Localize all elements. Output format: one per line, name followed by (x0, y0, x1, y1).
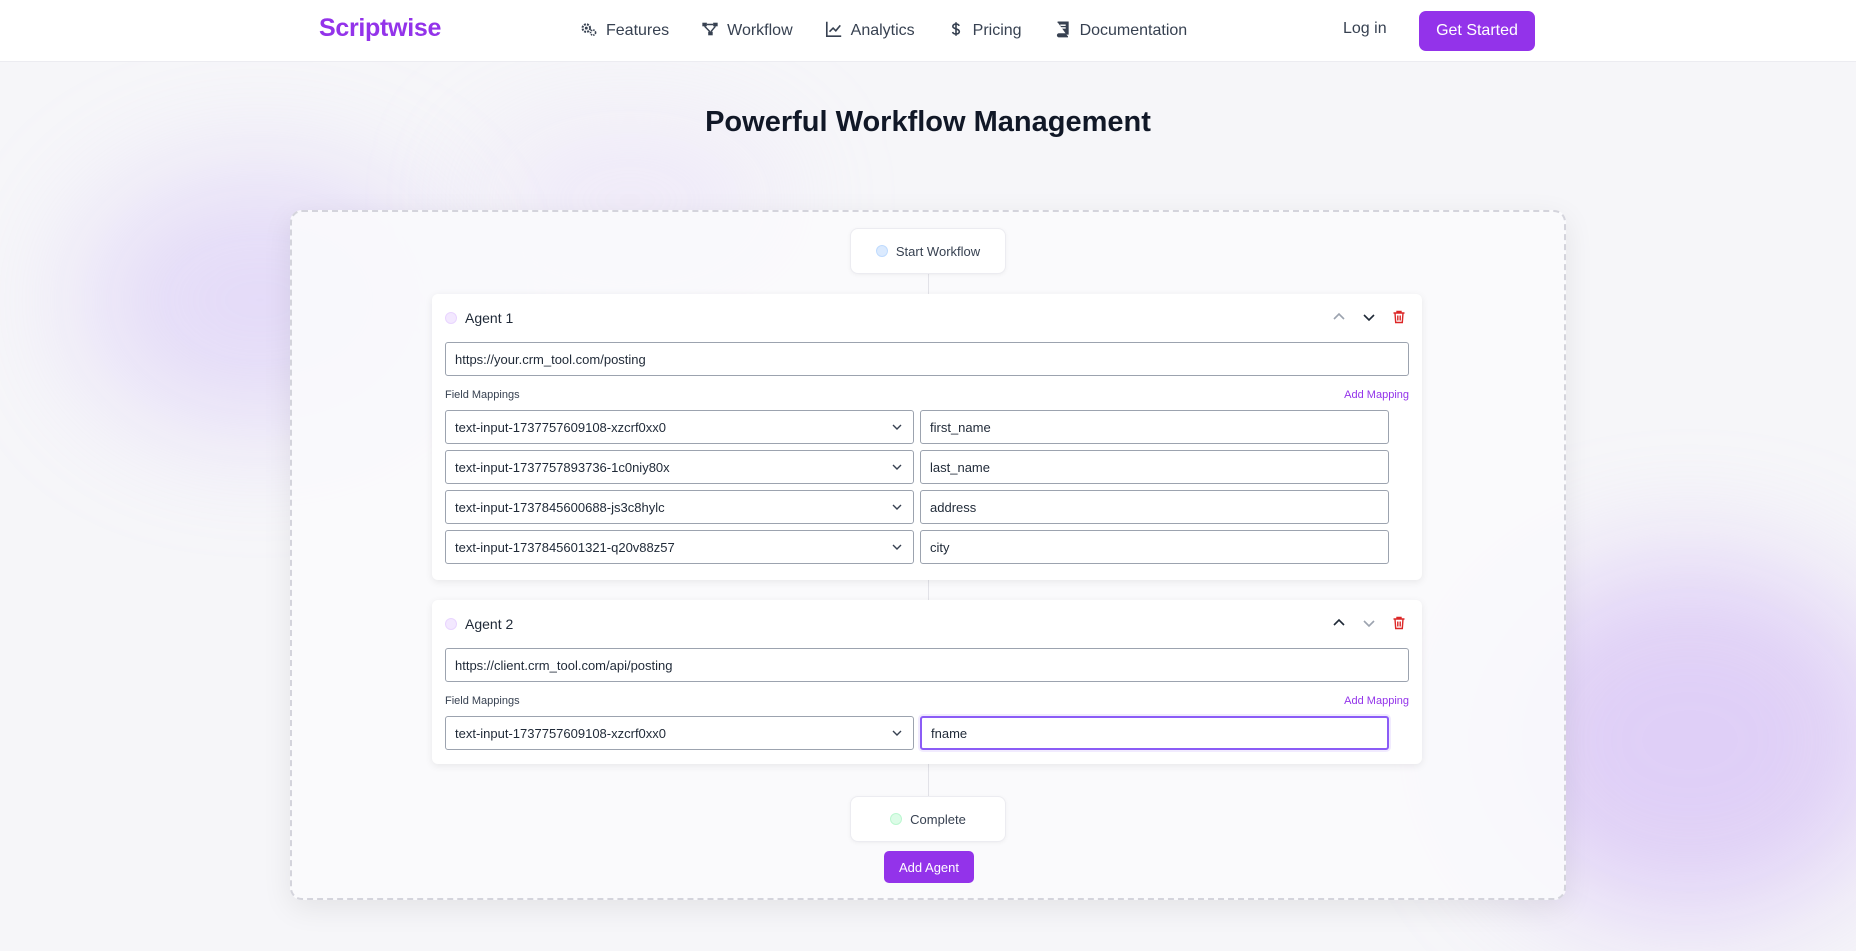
add-mapping-button[interactable]: Add Mapping (1344, 389, 1409, 401)
source-field-select[interactable]: text-input-1737757609108-xzcrf0xx0 (445, 716, 914, 750)
target-field-input[interactable] (920, 410, 1389, 444)
brand-logo[interactable]: Scriptwise (319, 14, 441, 43)
move-up-button[interactable] (1330, 308, 1348, 326)
add-mapping-button[interactable]: Add Mapping (1344, 695, 1409, 707)
select-value: text-input-1737757893736-1c0niy80x (455, 459, 670, 475)
chevron-up-icon (1333, 312, 1345, 320)
book-icon (1054, 20, 1072, 43)
agent-header: Agent 2 (445, 616, 513, 632)
delete-agent-button[interactable] (1390, 614, 1408, 632)
add-agent-button[interactable]: Add Agent (884, 851, 974, 883)
agent-dot-icon (445, 312, 457, 324)
nav-item-pricing[interactable]: Pricing (947, 20, 1022, 42)
target-field-input[interactable] (920, 716, 1389, 750)
agent-card: Agent 1 Field Mappings Add Mapping text-… (432, 294, 1422, 580)
nav-item-analytics[interactable]: Analytics (825, 20, 915, 42)
chevron-down-icon (892, 544, 902, 550)
delete-agent-button[interactable] (1390, 308, 1408, 326)
field-mappings-label: Field Mappings (445, 695, 520, 707)
source-field-select[interactable]: text-input-1737757893736-1c0niy80x (445, 450, 914, 484)
chevron-down-icon (892, 424, 902, 430)
mapping-row: text-input-1737845600688-js3c8hylc (445, 490, 1389, 524)
nav-label: Workflow (727, 22, 793, 39)
select-value: text-input-1737757609108-xzcrf0xx0 (455, 725, 667, 741)
agent-header: Agent 1 (445, 310, 513, 326)
nav-label: Pricing (972, 22, 1022, 39)
source-field-select[interactable]: text-input-1737845601321-q20v88z57 (445, 530, 914, 564)
chevron-down-icon (892, 730, 902, 736)
field-mappings-label: Field Mappings (445, 389, 520, 401)
workflow-icon (701, 20, 719, 43)
move-up-button[interactable] (1330, 614, 1348, 632)
chevron-down-icon (1363, 314, 1375, 322)
status-dot-icon (890, 813, 903, 825)
target-field-input[interactable] (920, 490, 1389, 524)
move-down-button[interactable] (1360, 614, 1378, 632)
chevron-down-icon (1363, 620, 1375, 628)
chevron-down-icon (892, 504, 902, 510)
start-label: Start Workflow (895, 243, 981, 259)
mapping-row: text-input-1737845601321-q20v88z57 (445, 530, 1389, 564)
nav-item-workflow[interactable]: Workflow (701, 20, 793, 42)
status-dot-icon (875, 245, 888, 257)
workflow-canvas: Start Workflow Agent 1 Field Mappings Ad… (290, 210, 1566, 900)
gears-icon (580, 20, 598, 43)
move-down-button[interactable] (1360, 308, 1378, 326)
agent-name: Agent 1 (465, 310, 514, 326)
complete-label: Complete (910, 811, 966, 827)
agent-actions (1330, 308, 1408, 326)
target-field-input[interactable] (920, 450, 1389, 484)
chevron-up-icon (1333, 618, 1345, 626)
source-field-select[interactable]: text-input-1737757609108-xzcrf0xx0 (445, 410, 914, 444)
agent-name: Agent 2 (465, 616, 514, 632)
mapping-row: text-input-1737757893736-1c0niy80x (445, 450, 1389, 484)
source-field-select[interactable]: text-input-1737845600688-js3c8hylc (445, 490, 914, 524)
login-link[interactable]: Log in (1343, 20, 1387, 38)
start-workflow-node: Start Workflow (850, 228, 1006, 274)
page-title: Powerful Workflow Management (705, 106, 1151, 138)
mapping-row: text-input-1737757609108-xzcrf0xx0 (445, 410, 1389, 444)
agent-url-input[interactable] (445, 648, 1409, 682)
agent-actions (1330, 614, 1408, 632)
main-nav: Features Workflow Analytics Pricing Docu… (580, 20, 1219, 42)
trash-icon (1393, 616, 1405, 630)
dollar-icon (947, 20, 965, 43)
complete-node: Complete (850, 796, 1006, 842)
nav-item-features[interactable]: Features (580, 20, 669, 42)
nav-label: Analytics (850, 22, 915, 39)
top-navbar: Scriptwise Features Workflow Analytics P… (0, 0, 1856, 62)
get-started-button[interactable]: Get Started (1419, 11, 1535, 51)
agent-card: Agent 2 Field Mappings Add Mapping text-… (432, 600, 1422, 764)
nav-item-documentation[interactable]: Documentation (1054, 20, 1188, 43)
target-field-input[interactable] (920, 530, 1389, 564)
agent-dot-icon (445, 618, 457, 630)
agent-url-input[interactable] (445, 342, 1409, 376)
select-value: text-input-1737757609108-xzcrf0xx0 (455, 419, 667, 435)
nav-label: Features (606, 22, 670, 39)
nav-label: Documentation (1079, 22, 1188, 39)
trash-icon (1393, 310, 1405, 324)
select-value: text-input-1737845601321-q20v88z57 (455, 539, 675, 555)
mapping-row: text-input-1737757609108-xzcrf0xx0 (445, 716, 1389, 750)
chart-line-icon (825, 20, 843, 43)
connector-line (928, 764, 929, 796)
chevron-down-icon (892, 464, 902, 470)
select-value: text-input-1737845600688-js3c8hylc (455, 499, 665, 515)
